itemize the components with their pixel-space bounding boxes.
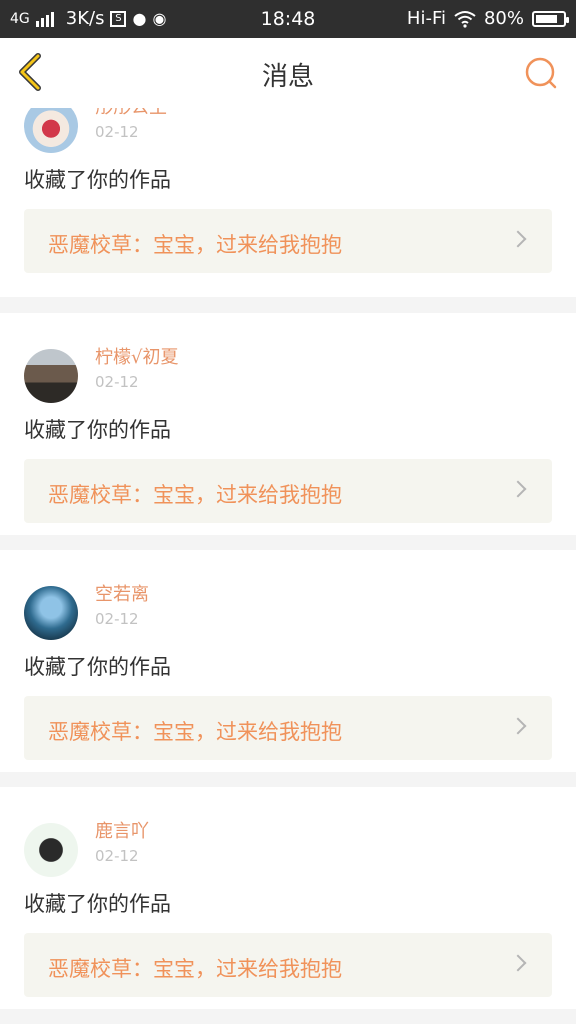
- username[interactable]: 鹿言吖: [95, 817, 149, 843]
- message-action: 收藏了你的作品: [24, 892, 171, 916]
- chevron-right-icon: [509, 717, 527, 735]
- chevron-right-icon: [509, 954, 527, 972]
- message-action: 收藏了你的作品: [24, 168, 171, 192]
- hifi-label: Hi-Fi: [406, 8, 446, 29]
- message-list[interactable]: 彤彤公主 02-12 收藏了你的作品 恶魔校草：宝宝，过来给我抱抱 柠檬√初夏 …: [0, 108, 576, 1024]
- work-reference[interactable]: 恶魔校草：宝宝，过来给我抱抱: [24, 209, 552, 273]
- message-card: 彤彤公主 02-12 收藏了你的作品 恶魔校草：宝宝，过来给我抱抱: [0, 108, 576, 297]
- work-title: 恶魔校草：宝宝，过来给我抱抱: [48, 957, 342, 981]
- work-title: 恶魔校草：宝宝，过来给我抱抱: [48, 483, 342, 507]
- battery-percent: 80%: [483, 8, 524, 29]
- username[interactable]: 柠檬√初夏: [95, 343, 178, 369]
- message-card: 鹿言吖 02-12 收藏了你的作品 恶魔校草：宝宝，过来给我抱抱: [0, 787, 576, 1009]
- page-title: 消息: [261, 62, 314, 92]
- work-reference[interactable]: 恶魔校草：宝宝，过来给我抱抱: [24, 696, 552, 760]
- wifi-icon: [454, 10, 476, 28]
- message-date: 02-12: [95, 847, 139, 865]
- battery-icon: [532, 10, 569, 27]
- user-avatar[interactable]: [24, 349, 78, 403]
- chevron-right-icon: [509, 480, 527, 498]
- search-icon[interactable]: [524, 56, 558, 90]
- nav-bar: 消息: [0, 38, 576, 109]
- chevron-right-icon: [509, 230, 527, 248]
- user-avatar[interactable]: [24, 586, 78, 640]
- username[interactable]: 彤彤公主: [95, 108, 167, 119]
- username[interactable]: 空若离: [95, 580, 149, 606]
- work-reference[interactable]: 恶魔校草：宝宝，过来给我抱抱: [24, 459, 552, 523]
- message-card: 空若离 02-12 收藏了你的作品 恶魔校草：宝宝，过来给我抱抱: [0, 550, 576, 772]
- user-avatar[interactable]: [24, 823, 78, 877]
- message-date: 02-12: [95, 610, 139, 628]
- work-title: 恶魔校草：宝宝，过来给我抱抱: [48, 233, 342, 257]
- message-card: 柠檬√初夏 02-12 收藏了你的作品 恶魔校草：宝宝，过来给我抱抱: [0, 313, 576, 535]
- user-avatar[interactable]: [24, 108, 78, 153]
- message-date: 02-12: [95, 373, 139, 391]
- work-title: 恶魔校草：宝宝，过来给我抱抱: [48, 720, 342, 744]
- battery-level: [536, 14, 557, 23]
- message-date: 02-12: [95, 123, 139, 141]
- work-reference[interactable]: 恶魔校草：宝宝，过来给我抱抱: [24, 933, 552, 997]
- message-action: 收藏了你的作品: [24, 418, 171, 442]
- message-action: 收藏了你的作品: [24, 655, 171, 679]
- status-bar: 4G 3K/s S ● ◉ 18:48 Hi-Fi 80%: [0, 0, 576, 38]
- status-right: Hi-Fi 80%: [406, 8, 569, 29]
